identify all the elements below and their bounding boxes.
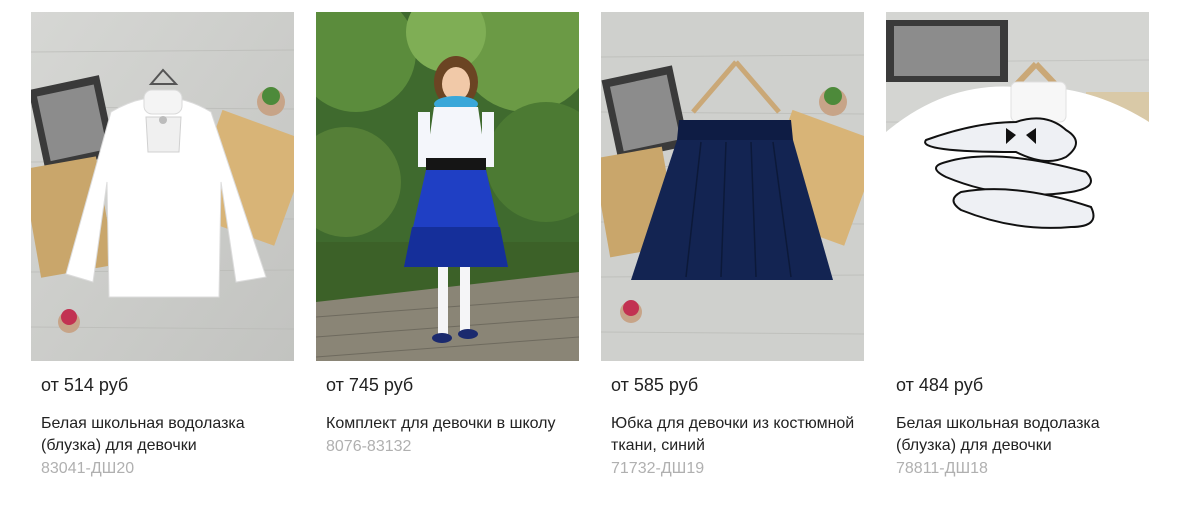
product-photo-white-blouse[interactable] <box>31 12 294 361</box>
product-photo-navy-skirt[interactable] <box>601 12 864 361</box>
product-sku: 8076-83132 <box>326 438 412 455</box>
product-price: от 585 руб <box>611 375 699 395</box>
product-card[interactable]: от 484 руб Белая школьная водолазка (блу… <box>886 12 1149 479</box>
product-title[interactable]: Юбка для девочки из костюмной ткани, син… <box>611 413 861 457</box>
product-price: от 484 руб <box>896 375 984 395</box>
product-sku: 71732-ДШ19 <box>611 460 705 477</box>
product-sku: 78811-ДШ18 <box>896 460 988 477</box>
product-card[interactable]: от 514 руб Белая школьная водолазка (блу… <box>31 12 294 479</box>
product-title[interactable]: Белая школьная водолазка (блузка) для де… <box>41 413 291 457</box>
product-price: от 514 руб <box>41 375 129 395</box>
product-grid: от 514 руб Белая школьная водолазка (блу… <box>31 12 1149 479</box>
product-title[interactable]: Комплект для девочки в школу <box>326 413 576 435</box>
product-photo-ruffle-blouse[interactable] <box>886 12 1149 361</box>
product-card[interactable]: от 585 руб Юбка для девочки из костюмной… <box>601 12 864 479</box>
product-sku: 83041-ДШ20 <box>41 460 135 477</box>
product-card[interactable]: от 745 руб Комплект для девочки в школу … <box>316 12 579 479</box>
product-price: от 745 руб <box>326 375 414 395</box>
product-photo-girl-outfit[interactable] <box>316 12 579 361</box>
product-title[interactable]: Белая школьная водолазка (блузка) для де… <box>896 413 1146 457</box>
